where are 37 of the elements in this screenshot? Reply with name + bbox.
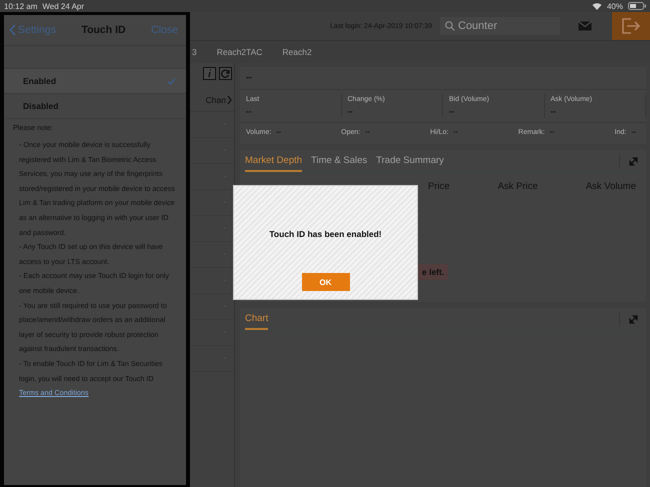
panel-tab[interactable]: Chart xyxy=(245,308,268,330)
option-row[interactable]: Enabled xyxy=(4,69,186,94)
panel-tab[interactable]: Time & Sales xyxy=(311,150,368,172)
market-tab[interactable]: 3 xyxy=(192,47,197,57)
panel-tab[interactable]: Trade Summary xyxy=(376,150,444,172)
info-button[interactable] xyxy=(203,67,216,80)
logout-button[interactable] xyxy=(612,12,650,40)
exit-icon xyxy=(621,17,641,35)
search-icon xyxy=(445,21,455,31)
ok-button[interactable]: OK xyxy=(302,273,350,291)
market-tab[interactable]: Reach2TAC xyxy=(216,47,262,57)
dialog-message: Touch ID has been enabled! xyxy=(269,229,382,239)
battery-icon xyxy=(628,2,646,10)
search-field[interactable]: Counter xyxy=(440,17,560,35)
stock-name: -- xyxy=(240,67,646,90)
chevron-left-icon xyxy=(9,24,16,36)
refresh-button[interactable] xyxy=(219,67,232,80)
checkmark-icon xyxy=(167,78,176,84)
field-value: -- xyxy=(449,107,456,116)
expand-button[interactable] xyxy=(619,154,638,168)
status-date: Wed 24 Apr xyxy=(42,2,84,10)
notice-text: e left. xyxy=(418,264,448,280)
market-tab[interactable]: Reach2 xyxy=(282,47,312,57)
refresh-icon xyxy=(221,69,230,78)
wifi-icon xyxy=(592,2,602,10)
panel-tab[interactable]: Market Depth xyxy=(245,150,302,172)
battery-percent: 40% xyxy=(606,2,623,10)
chevron-right-icon xyxy=(227,95,232,105)
expand-button[interactable] xyxy=(619,312,638,326)
field-value: -- xyxy=(348,107,354,116)
mail-icon xyxy=(578,21,592,31)
expand-icon xyxy=(629,156,638,166)
expand-icon xyxy=(629,314,638,324)
status-time: 10:12 am xyxy=(4,2,38,10)
info-icon xyxy=(206,69,214,78)
field-value: -- xyxy=(246,107,252,116)
field-value: -- xyxy=(550,107,557,116)
